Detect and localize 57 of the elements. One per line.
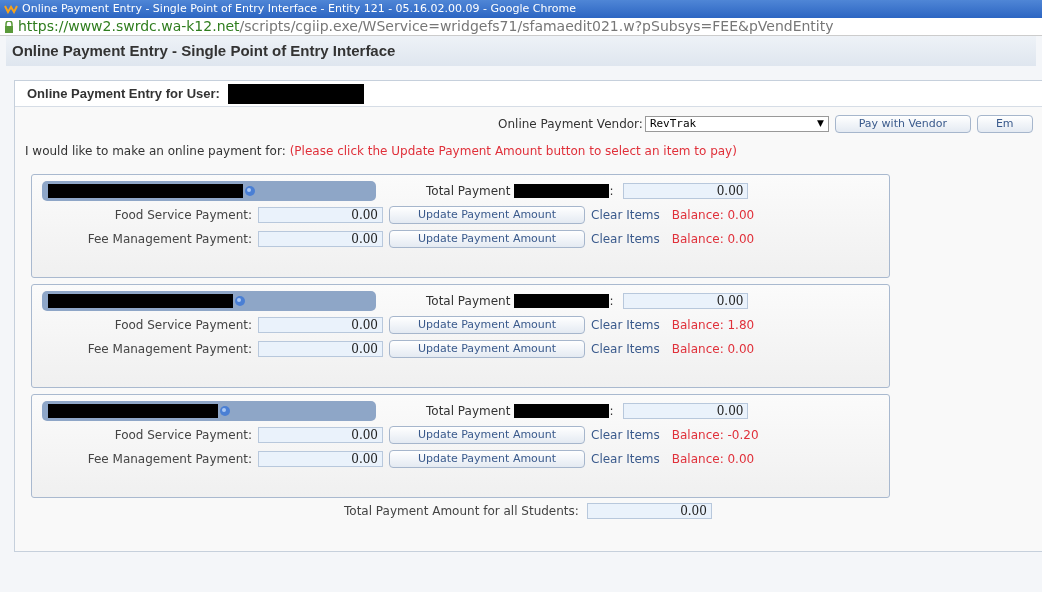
colon-text: : — [609, 183, 614, 200]
clear-link[interactable]: Clear Items — [591, 206, 660, 224]
amount-field[interactable]: 0.00 — [258, 451, 383, 467]
clear-link[interactable]: Clear Items — [591, 426, 660, 444]
payment-label: Fee Management Payment: — [86, 341, 252, 358]
amount-field[interactable]: 0.00 — [258, 341, 383, 357]
clear-link[interactable]: Clear Items — [591, 230, 660, 248]
vendor-button[interactable]: Em — [976, 115, 1033, 133]
update-button[interactable]: Update Payment Amount — [389, 206, 585, 224]
payment-label: Fee Management Payment: — [86, 451, 252, 468]
intro-text: I would like to make an online payment for: — [25, 143, 286, 160]
info-icon — [245, 186, 255, 196]
update-button[interactable]: Update Payment Amount — [389, 426, 585, 444]
user-label: Online Payment Entry for User: — [27, 84, 220, 103]
clear-link[interactable]: Clear Items — [591, 340, 660, 358]
colon-text: : — [609, 403, 614, 420]
amount-field[interactable]: 0.00 — [623, 183, 749, 199]
address-bar[interactable]: https://www2.swrdc.wa-k12.net/scripts/cgiip.exe/WService=wridgefs71/sfamaedit021.w?pSubsys=FEE&pVendEntity — [0, 18, 1042, 36]
update-button[interactable]: Update Payment Amount — [389, 230, 585, 248]
total-label: Total Payment — [426, 403, 511, 420]
info-icon — [235, 296, 245, 306]
balance-text: Balance: 0.00 — [671, 207, 755, 224]
window-title: Online Payment Entry - Single Point of Entry Interface - Entity 121 - 05.16.02.00.09 - Google Chrome — [22, 0, 576, 17]
vendor-select[interactable]: RevTrak ▼ — [644, 116, 829, 132]
payment-label: Food Service Payment: — [113, 207, 252, 224]
balance-text: Balance: -0.20 — [671, 427, 759, 444]
app-icon — [4, 4, 18, 14]
amount-field[interactable]: 0.00 — [623, 293, 749, 309]
amount-field[interactable]: 0.00 — [586, 503, 712, 519]
total-label: Total Payment — [426, 183, 511, 200]
vendor-button[interactable]: Pay with Vendor — [834, 115, 971, 133]
payment-label: Fee Management Payment: — [86, 231, 252, 248]
notice-text: (Please click the Update Payment Amount button to select an item to pay) — [289, 143, 737, 160]
colon-text: : — [609, 293, 614, 310]
balance-text: Balance: 0.00 — [671, 231, 755, 248]
lock-icon — [4, 20, 14, 33]
update-button[interactable]: Update Payment Amount — [389, 340, 585, 358]
amount-field[interactable]: 0.00 — [258, 427, 383, 443]
payment-label: Food Service Payment: — [113, 427, 252, 444]
url-text: https://www2.swrdc.wa-k12.net/scripts/cgiip.exe/WService=wridgefs71/sfamaedit021.w?pSubsys=FEE&pVendEntity — [18, 17, 834, 36]
amount-field[interactable]: 0.00 — [623, 403, 749, 419]
update-button[interactable]: Update Payment Amount — [389, 316, 585, 334]
payment-label: Food Service Payment: — [113, 317, 252, 334]
amount-field[interactable]: 0.00 — [258, 317, 383, 333]
clear-link[interactable]: Clear Items — [591, 450, 660, 468]
info-icon — [220, 406, 230, 416]
balance-text: Balance: 0.00 — [671, 341, 755, 358]
amount-field[interactable]: 0.00 — [258, 207, 383, 223]
balance-text: Balance: 1.80 — [671, 317, 755, 334]
page-title: Online Payment Entry - Single Point of Entry Interface — [12, 40, 396, 61]
total-label: Total Payment — [426, 293, 511, 310]
balance-text: Balance: 0.00 — [671, 451, 755, 468]
clear-link[interactable]: Clear Items — [591, 316, 660, 334]
grand-total-label: Total Payment Amount for all Students: — [344, 503, 579, 520]
amount-field[interactable]: 0.00 — [258, 231, 383, 247]
vendor-label: Online Payment Vendor: — [498, 116, 643, 133]
update-button[interactable]: Update Payment Amount — [389, 450, 585, 468]
